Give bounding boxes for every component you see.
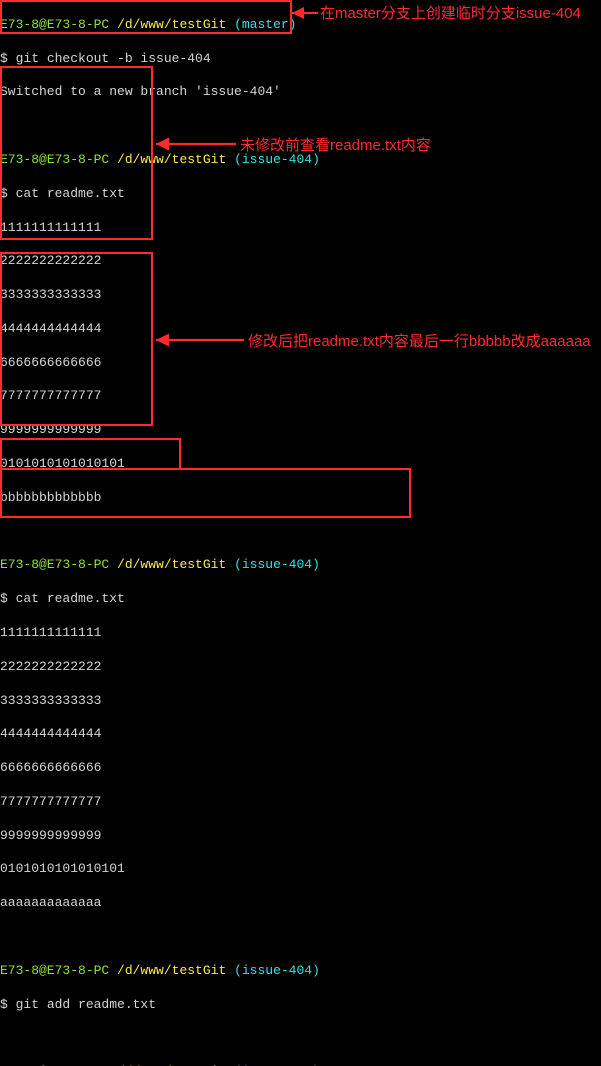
file-line: 2222222222222 — [0, 659, 601, 676]
prompt-line-2: E73-8@E73-8-PC /d/www/testGit (issue-404… — [0, 152, 601, 169]
file-line: 6666666666666 — [0, 355, 601, 372]
file-line: 4444444444444 — [0, 321, 601, 338]
file-line: 9999999999999 — [0, 828, 601, 845]
file-line: 0101010101010101 — [0, 861, 601, 878]
prompt-line-3: E73-8@E73-8-PC /d/www/testGit (issue-404… — [0, 557, 601, 574]
file-line: 4444444444444 — [0, 726, 601, 743]
file-line: 3333333333333 — [0, 287, 601, 304]
file-line: 1111111111111 — [0, 220, 601, 237]
terminal: E73-8@E73-8-PC /d/www/testGit (master) $… — [0, 0, 601, 1066]
file-line: 7777777777777 — [0, 388, 601, 405]
cmd-cat2[interactable]: $ cat readme.txt — [0, 591, 601, 608]
cmd-add[interactable]: $ git add readme.txt — [0, 997, 601, 1014]
file-line: 2222222222222 — [0, 253, 601, 270]
file-line: bbbbbbbbbbbbb — [0, 490, 601, 507]
file-line: 6666666666666 — [0, 760, 601, 777]
output-switched: Switched to a new branch 'issue-404' — [0, 84, 601, 101]
file-line: 3333333333333 — [0, 693, 601, 710]
file-line: 0101010101010101 — [0, 456, 601, 473]
file-line: 9999999999999 — [0, 422, 601, 439]
cmd-checkout[interactable]: $ git checkout -b issue-404 — [0, 51, 601, 68]
cmd-cat1[interactable]: $ cat readme.txt — [0, 186, 601, 203]
prompt-line-5: E73-8@E73-8-PC /d/www/testGit (issue-404… — [0, 1064, 601, 1066]
file-line: 1111111111111 — [0, 625, 601, 642]
file-line: 7777777777777 — [0, 794, 601, 811]
prompt-line-4: E73-8@E73-8-PC /d/www/testGit (issue-404… — [0, 963, 601, 980]
prompt-line-1: E73-8@E73-8-PC /d/www/testGit (master) — [0, 17, 601, 34]
file-line: aaaaaaaaaaaaa — [0, 895, 601, 912]
